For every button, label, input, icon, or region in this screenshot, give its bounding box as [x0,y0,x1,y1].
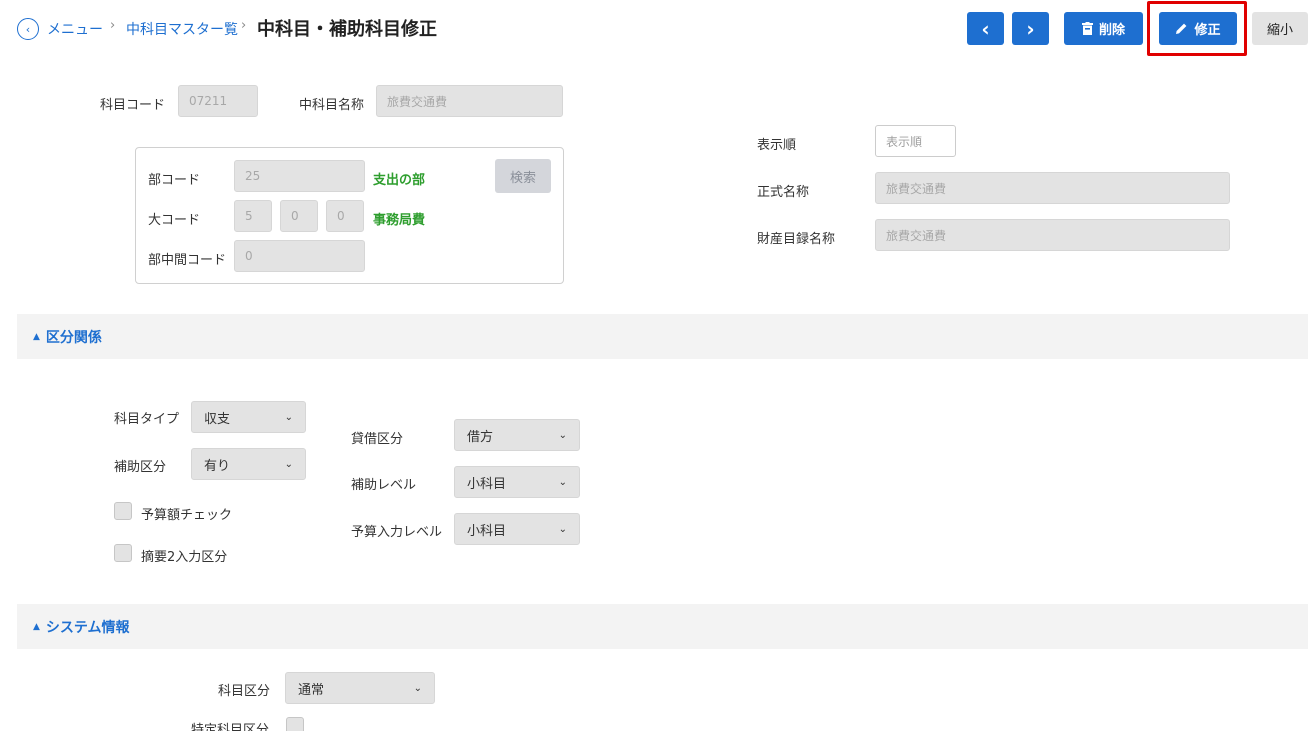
edit-button-highlight [1147,1,1247,56]
chevron-right-icon: › [241,18,247,33]
aux-class-select[interactable]: 有り ⌄ [191,448,306,480]
aux-level-value: 小科目 [467,476,507,492]
aux-level-label: 補助レベル [351,478,417,493]
account-code-field: 07211 [178,85,258,117]
display-order-input[interactable]: 表示順 [875,125,956,157]
account-class-value: 通常 [298,682,325,698]
breadcrumb-mid-account-list[interactable]: 中科目マスター覧 [126,19,238,39]
back-circle-icon[interactable]: ‹ [17,18,39,40]
dept-code-field: 25 [234,160,365,192]
major-code-field-1: 5 [234,200,272,232]
section-classification-header[interactable]: ▲ 区分関係 [17,314,1308,359]
debit-credit-value: 借方 [467,429,494,445]
page-title: 中科目・補助科目修正 [257,19,437,40]
mid-account-name-label: 中科目名称 [299,98,365,113]
triangle-up-icon: ▲ [33,331,40,342]
special-account-class-checkbox[interactable] [286,717,304,731]
budget-input-level-label: 予算入力レベル [351,525,443,540]
chevron-down-icon: ⌄ [558,429,567,441]
section-classification-title: 区分関係 [45,329,102,346]
delete-label: 削除 [1098,23,1125,38]
chevron-right-icon: › [1026,16,1035,41]
aux-level-select[interactable]: 小科目 ⌄ [454,466,580,498]
inventory-name-field: 旅費交通費 [875,219,1230,251]
chevron-down-icon: ⌄ [558,523,567,535]
special-account-class-label: 特定科目区分 [191,723,270,731]
chevron-right-icon: › [110,18,116,33]
debit-credit-label: 貸借区分 [351,432,404,447]
dept-code-resolved: 支出の部 [373,173,426,188]
official-name-label: 正式名称 [757,185,810,200]
account-class-select[interactable]: 通常 ⌄ [285,672,435,704]
section-system-header[interactable]: ▲ システム情報 [17,604,1308,649]
dept-mid-code-label: 部中間コード [148,253,227,268]
chevron-left-icon: ‹ [981,16,990,41]
dept-code-label: 部コード [148,173,201,188]
account-code-label: 科目コード [100,98,166,113]
next-button[interactable]: › [1012,12,1049,45]
account-type-value: 収支 [204,411,231,427]
major-code-resolved: 事務局費 [373,213,426,228]
major-code-label: 大コード [148,213,201,228]
triangle-up-icon: ▲ [33,621,40,632]
chevron-down-icon: ⌄ [284,458,293,470]
display-order-label: 表示順 [757,138,797,153]
section-system-title: システム情報 [45,619,130,636]
account-class-label: 科目区分 [218,684,271,699]
major-code-field-2: 0 [280,200,318,232]
shrink-button[interactable]: 縮小 [1252,12,1308,45]
debit-credit-select[interactable]: 借方 ⌄ [454,419,580,451]
summary2-checkbox[interactable] [114,544,132,562]
summary2-label: 摘要2入力区分 [141,550,228,565]
mid-account-name-field: 旅費交通費 [376,85,563,117]
search-button[interactable]: 検索 [495,159,551,193]
chevron-down-icon: ⌄ [284,411,293,423]
aux-class-value: 有り [204,458,231,474]
major-code-field-3: 0 [326,200,364,232]
budget-input-level-value: 小科目 [467,523,507,539]
budget-check-label: 予算額チェック [141,508,233,523]
budget-check-checkbox[interactable] [114,502,132,520]
chevron-down-icon: ⌄ [413,682,422,694]
delete-button[interactable]: 削除 [1064,12,1143,45]
chevron-down-icon: ⌄ [558,476,567,488]
breadcrumb-menu[interactable]: メニュー [47,19,103,39]
dept-mid-code-field: 0 [234,240,365,272]
account-type-select[interactable]: 収支 ⌄ [191,401,306,433]
budget-input-level-select[interactable]: 小科目 ⌄ [454,513,580,545]
official-name-field: 旅費交通費 [875,172,1230,204]
account-type-label: 科目タイプ [114,412,180,427]
trash-icon [1081,22,1093,35]
prev-button[interactable]: ‹ [967,12,1004,45]
aux-class-label: 補助区分 [114,460,167,475]
inventory-name-label: 財産目録名称 [757,232,836,247]
